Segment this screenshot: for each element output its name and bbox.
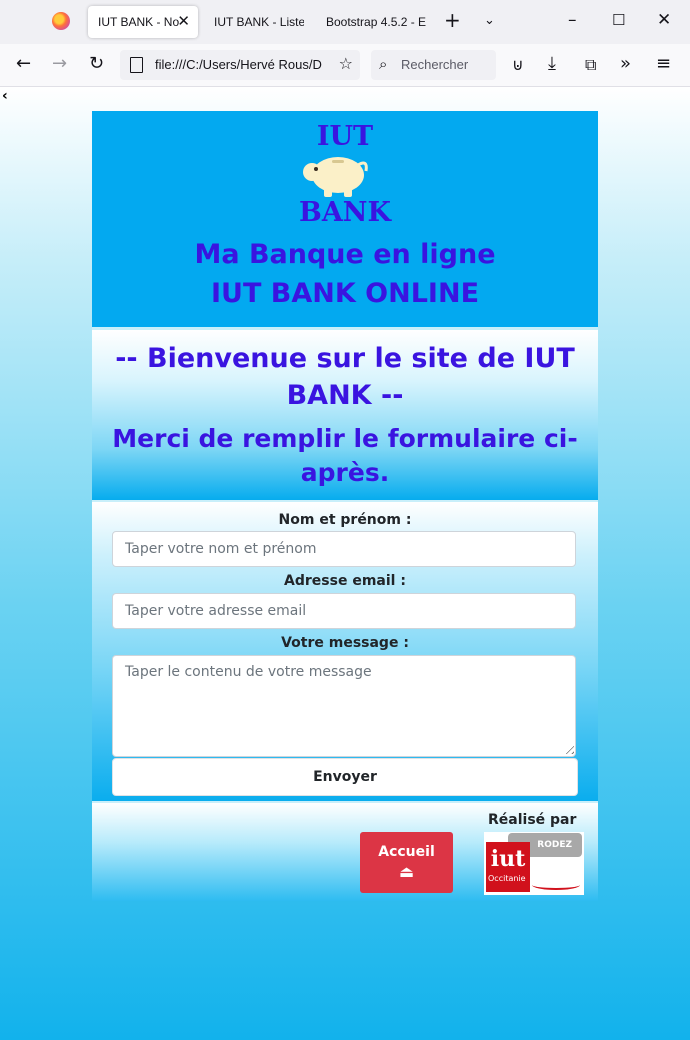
tab-label: IUT BANK - Liste d [214, 15, 304, 29]
tab-label: Bootstrap 4.5.2 - E [326, 15, 426, 29]
browser-tab-strip: IUT BANK - No ✕ IUT BANK - Liste d Boots… [0, 0, 690, 44]
main-container: IUT BANK Ma Banque en ligne IUT BANK ONL… [92, 111, 598, 901]
logo-text-bottom: BANK [299, 197, 391, 228]
overflow-chevrons-icon[interactable]: » [620, 53, 631, 74]
logo-red-block: iut Occitanie [486, 842, 530, 892]
app-menu-icon[interactable]: ≡ [656, 53, 671, 74]
welcome-section: -- Bienvenue sur le site de IUT BANK -- … [92, 327, 598, 500]
page-back-chevron-icon[interactable]: ‹ [2, 88, 8, 104]
eject-icon: ⏏ [398, 862, 415, 881]
minimize-icon[interactable]: – [568, 10, 577, 30]
header-subtitle: IUT BANK ONLINE [210, 278, 480, 309]
logo-occitanie-text: Occitanie [488, 874, 526, 883]
tab-list-chevron-icon[interactable]: ⌄ [484, 13, 495, 28]
home-button[interactable]: Accueil ⏏ [360, 832, 453, 893]
maximize-icon[interactable]: ☐ [612, 11, 625, 29]
email-label: Adresse email : [284, 573, 406, 589]
reload-icon[interactable]: ↻ [89, 53, 104, 74]
send-button[interactable]: Envoyer [112, 758, 578, 796]
iut-bank-logo: IUT BANK [278, 121, 412, 229]
welcome-instruction: Merci de remplir le formulaire ci-après. [112, 424, 578, 487]
credit-label: Réalisé par [488, 812, 577, 828]
new-tab-icon[interactable]: + [444, 8, 461, 32]
site-footer: Réalisé par Accueil ⏏ RODEZ iut Occitani… [92, 801, 598, 901]
name-input[interactable] [112, 531, 576, 567]
iut-rodez-logo: RODEZ iut Occitanie [484, 832, 584, 895]
logo-text-top: IUT [316, 121, 374, 152]
search-icon: ⌕ [379, 55, 388, 73]
forward-arrow-icon[interactable]: → [52, 53, 67, 74]
search-placeholder: Rechercher [401, 57, 469, 72]
home-button-label: Accueil [378, 844, 435, 860]
downloads-icon[interactable]: ⤓ [548, 53, 556, 74]
bookmark-star-icon[interactable]: ☆ [339, 54, 353, 73]
firefox-icon[interactable] [52, 12, 70, 30]
message-label: Votre message : [281, 635, 409, 651]
tab-iut-bank-list[interactable]: IUT BANK - Liste d [204, 6, 304, 38]
pocket-icon[interactable]: ⊍ [512, 55, 524, 74]
back-arrow-icon[interactable]: ← [16, 53, 31, 74]
name-label: Nom et prénom : [278, 512, 412, 528]
extensions-icon[interactable]: ⧉ [585, 55, 596, 75]
close-window-icon[interactable]: ✕ [657, 10, 671, 30]
search-bar[interactable]: ⌕ Rechercher [371, 50, 496, 80]
url-text: file:///C:/Users/Hervé Rous/D [155, 57, 322, 72]
tab-label: IUT BANK - No [98, 15, 180, 29]
contact-form: Nom et prénom : Adresse email : Votre me… [92, 500, 598, 801]
logo-iut-text: iut [490, 846, 526, 872]
tab-bootstrap[interactable]: Bootstrap 4.5.2 - E [316, 6, 426, 38]
close-tab-icon[interactable]: ✕ [177, 6, 190, 38]
email-input[interactable] [112, 593, 576, 629]
tab-iut-bank-active[interactable]: IUT BANK - No ✕ [88, 6, 198, 38]
logo-swoosh [532, 880, 580, 890]
address-bar[interactable]: file:///C:/Users/Hervé Rous/D ☆ [120, 50, 360, 80]
page-icon [130, 57, 143, 73]
browser-nav-bar: ← → ↻ file:///C:/Users/Hervé Rous/D ☆ ⌕ … [0, 44, 690, 87]
page-viewport: ‹ IUT BANK Ma Banque en ligne IUT BANK O… [0, 87, 690, 1040]
message-textarea[interactable] [112, 655, 576, 757]
header-title: Ma Banque en ligne [194, 239, 496, 270]
welcome-heading: -- Bienvenue sur le site de IUT BANK -- [115, 343, 575, 411]
piggy-bank-icon [303, 157, 368, 197]
site-header: IUT BANK Ma Banque en ligne IUT BANK ONL… [92, 111, 598, 327]
